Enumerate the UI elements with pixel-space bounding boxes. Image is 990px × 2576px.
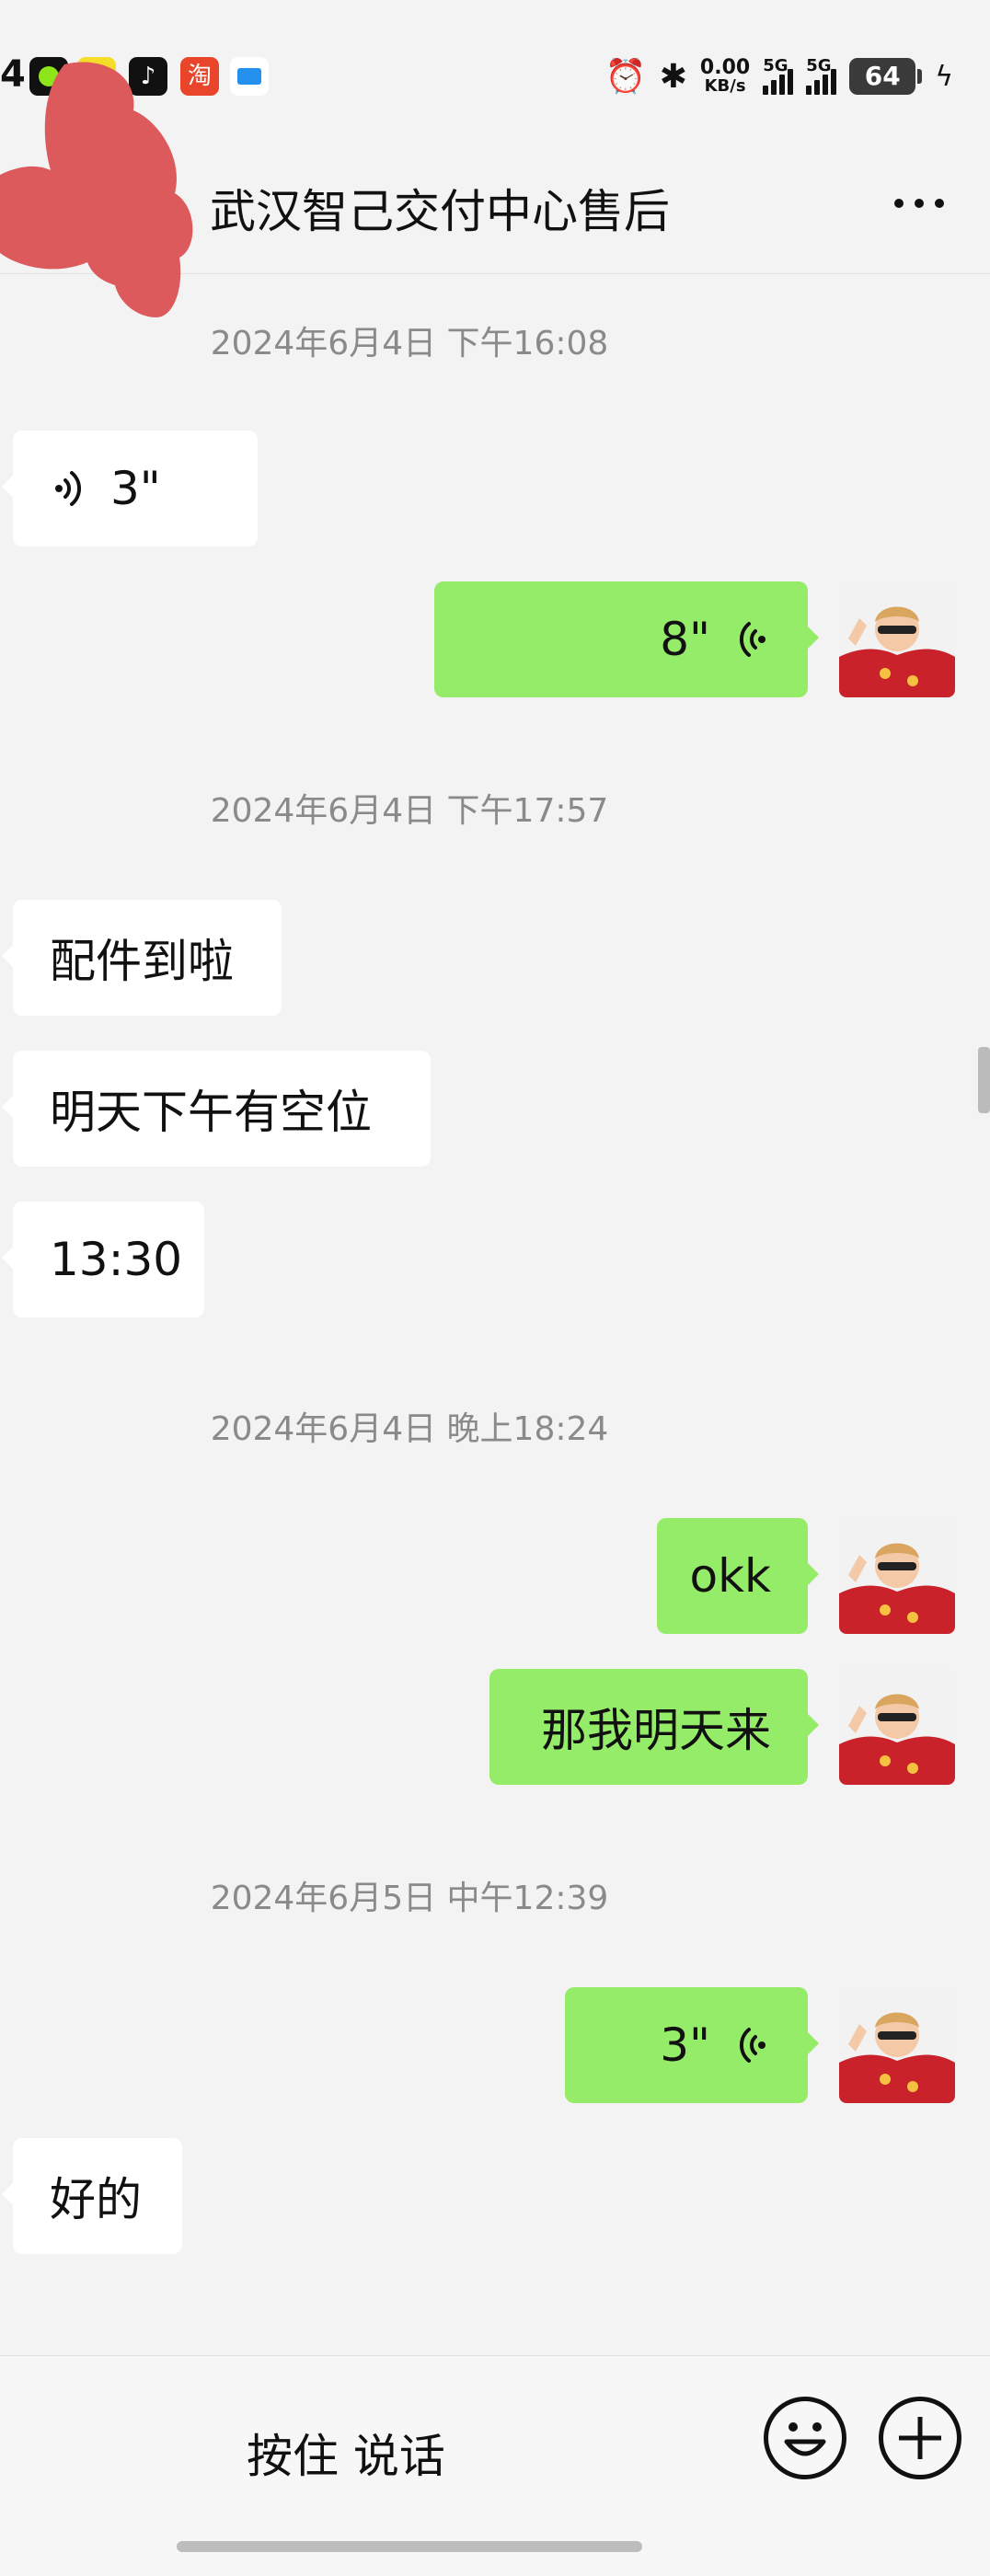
dot-icon bbox=[894, 199, 904, 208]
battery-cap bbox=[917, 69, 923, 84]
message-text: 13:30 bbox=[50, 1233, 183, 1286]
bluetooth-icon: ✱ bbox=[659, 57, 687, 96]
message-timestamp: 2024年6月5日 中午12:39 bbox=[210, 1880, 609, 1917]
home-indicator[interactable] bbox=[177, 2541, 642, 2552]
signal-strength-icon: 5G bbox=[763, 56, 794, 95]
text-message-bubble[interactable]: 配件到啦 bbox=[2, 900, 282, 1016]
voice-message-bubble[interactable]: 8" bbox=[434, 581, 819, 697]
user-avatar[interactable] bbox=[839, 581, 955, 697]
message-timestamp: 2024年6月4日 下午17:57 bbox=[210, 792, 609, 830]
app-notification-icon bbox=[230, 57, 269, 96]
user-avatar[interactable] bbox=[839, 1987, 955, 2103]
hold-to-talk-button[interactable]: 按住 说话 bbox=[28, 2402, 745, 2503]
message-timestamp: 2024年6月4日 晚上18:24 bbox=[210, 1410, 609, 1448]
hold-to-talk-label: 按住 说话 bbox=[247, 2430, 445, 2483]
text-message-bubble[interactable]: 明天下午有空位 bbox=[2, 1051, 431, 1167]
voice-message-bubble[interactable]: 3" bbox=[2, 431, 258, 546]
message-text: okk bbox=[689, 1549, 771, 1603]
network-speed: 0.00 KB/s bbox=[699, 56, 751, 96]
redaction-scribble bbox=[0, 62, 193, 317]
voice-playback-icon bbox=[55, 471, 82, 506]
emoji-button[interactable] bbox=[764, 2397, 846, 2479]
chat-title: ，武汉智己交付中心售后 bbox=[164, 185, 670, 238]
message-text: 明天下午有空位 bbox=[50, 1086, 372, 1139]
alarm-icon: ⏰ bbox=[604, 58, 647, 96]
charging-icon: ϟ bbox=[935, 60, 953, 93]
status-indicators: ⏰ ✱ 0.00 KB/s 5G 5G 64 ϟ bbox=[605, 53, 953, 99]
voice-playback-icon bbox=[739, 622, 766, 657]
voice-duration: 3" bbox=[110, 462, 161, 515]
voice-message-bubble[interactable]: 3" bbox=[565, 1987, 819, 2103]
user-avatar[interactable] bbox=[839, 1669, 955, 1785]
scrollbar-thumb[interactable] bbox=[978, 1047, 990, 1113]
more-functions-button[interactable] bbox=[879, 2397, 961, 2479]
smiley-icon bbox=[784, 2422, 826, 2456]
voice-duration: 8" bbox=[660, 613, 710, 666]
text-message-bubble[interactable]: 13:30 bbox=[2, 1202, 204, 1317]
user-avatar[interactable] bbox=[839, 1518, 955, 1634]
voice-duration: 3" bbox=[660, 2018, 710, 2072]
dot-icon bbox=[935, 199, 944, 208]
text-message-bubble[interactable]: 那我明天来 bbox=[489, 1669, 819, 1785]
message-text: 那我明天来 bbox=[541, 1704, 771, 1757]
dot-icon bbox=[915, 199, 924, 208]
message-text: 配件到啦 bbox=[50, 935, 234, 988]
more-options-button[interactable] bbox=[894, 199, 944, 208]
message-text: 好的 bbox=[50, 2173, 142, 2226]
text-message-bubble[interactable]: 好的 bbox=[2, 2138, 182, 2254]
voice-playback-icon bbox=[739, 2028, 766, 2063]
battery-icon: 64 bbox=[849, 58, 916, 95]
message-timestamp: 2024年6月4日 下午16:08 bbox=[210, 325, 609, 362]
text-message-bubble[interactable]: okk bbox=[657, 1518, 819, 1634]
signal-strength-icon: 5G bbox=[806, 56, 837, 95]
